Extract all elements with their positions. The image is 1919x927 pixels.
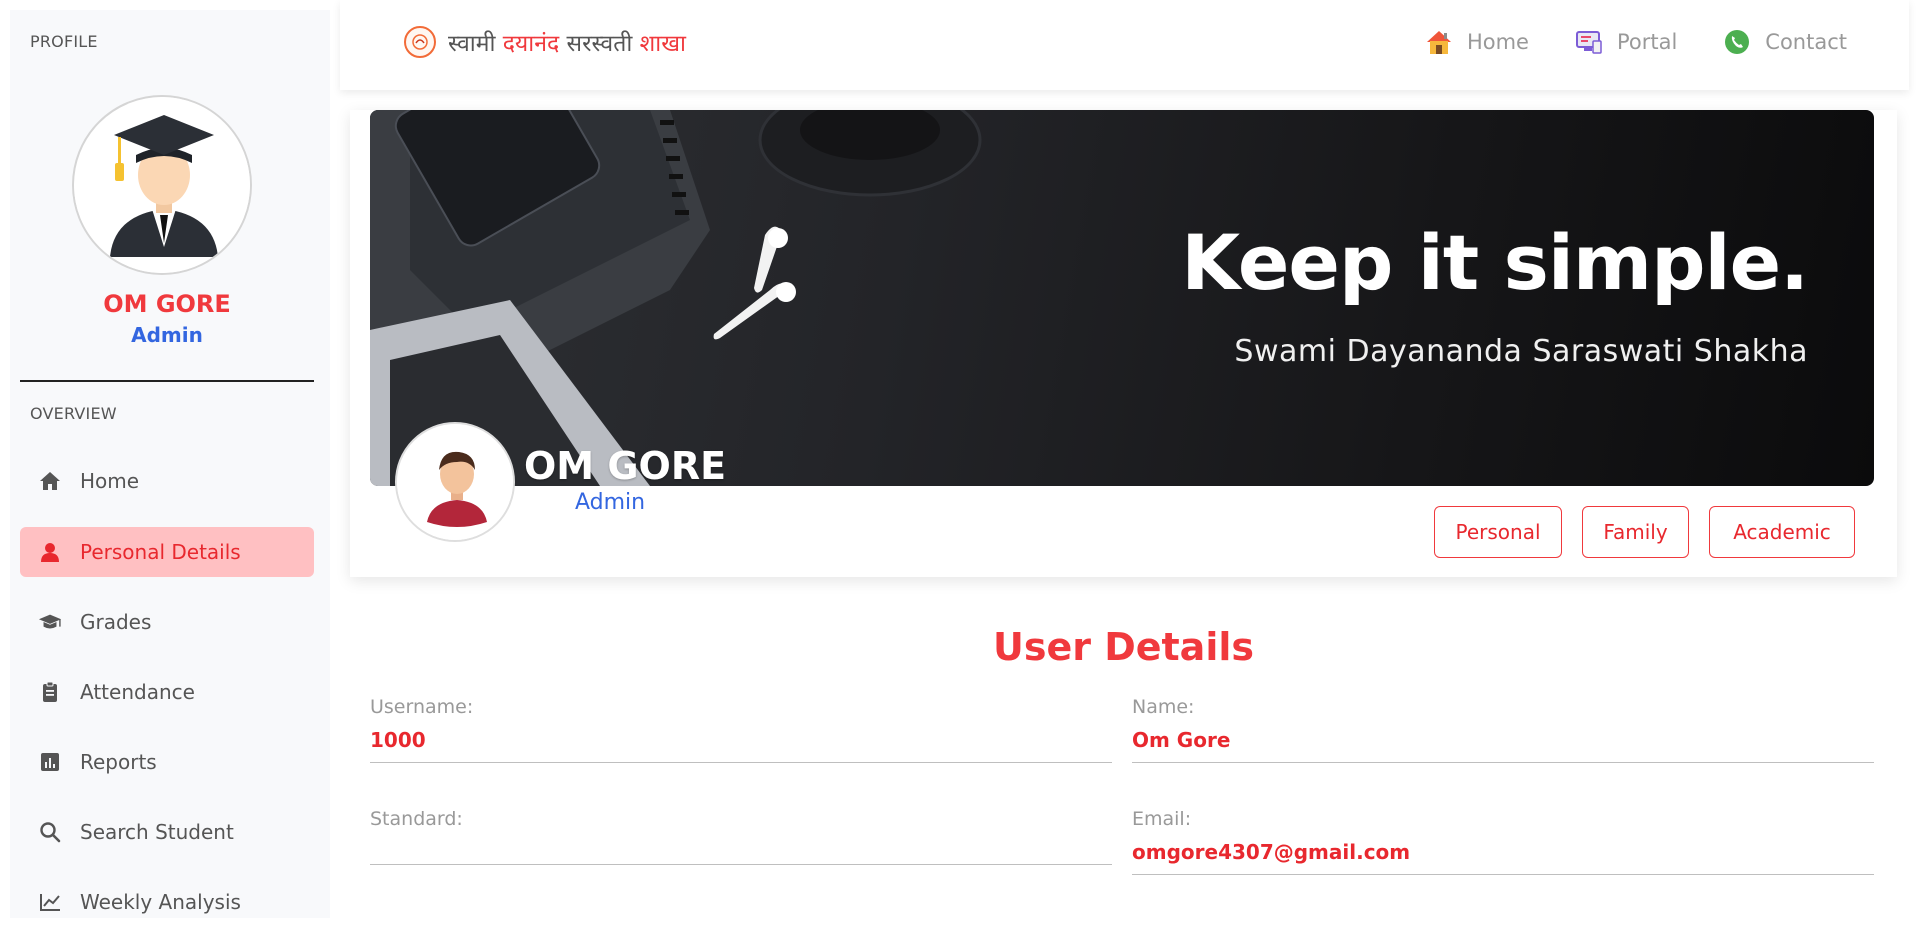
nav-link-label: Home xyxy=(1466,30,1529,54)
sidebar-item-home[interactable]: Home xyxy=(20,456,314,506)
email-field: Email: omgore4307@gmail.com xyxy=(1132,808,1874,875)
profile-role: Admin xyxy=(575,490,646,515)
home-icon xyxy=(38,469,62,493)
name-field: Name: Om Gore xyxy=(1132,696,1874,763)
sidebar-item-attendance[interactable]: Attendance xyxy=(20,667,314,717)
sidebar-item-label: Home xyxy=(80,469,140,493)
brand-title-part: शाखा xyxy=(639,31,686,57)
sidebar-item-label: Weekly Analysis xyxy=(80,890,241,914)
overview-heading: OVERVIEW xyxy=(30,404,117,423)
brand-title-part: स्वामी xyxy=(448,31,503,57)
tab-academic[interactable]: Academic xyxy=(1709,506,1855,558)
profile-heading: PROFILE xyxy=(30,32,98,51)
sidebar-item-label: Reports xyxy=(80,750,157,774)
field-value: omgore4307@gmail.com xyxy=(1132,840,1411,864)
field-underline xyxy=(1132,874,1874,875)
graduation-cap-icon xyxy=(38,610,62,634)
field-underline xyxy=(1132,762,1874,763)
sidebar-item-label: Grades xyxy=(80,610,152,634)
sidebar-avatar xyxy=(72,95,252,275)
nav-link-label: Contact xyxy=(1765,30,1847,54)
field-label: Email: xyxy=(1132,808,1192,830)
nav-link-label: Portal xyxy=(1616,30,1678,54)
field-value: 1000 xyxy=(370,728,426,752)
field-value: Om Gore xyxy=(1132,728,1231,752)
sidebar-item-label: Attendance xyxy=(80,680,195,704)
brand-title: स्वामी दयानंद सरस्वती शाखा xyxy=(448,26,686,58)
standard-field: Standard: xyxy=(370,808,1112,865)
brand-title-part: सरस्वती xyxy=(559,31,640,57)
top-navbar: स्वामी दयानंद सरस्वती शाखा Home Portal C… xyxy=(340,0,1909,90)
profile-name: OM GORE xyxy=(524,444,727,488)
user-details-title: User Details xyxy=(992,625,1254,669)
nav-link-home[interactable]: Home xyxy=(1425,28,1529,56)
sidebar-item-personal-details[interactable]: Personal Details xyxy=(20,527,314,577)
sidebar-user-role: Admin xyxy=(131,323,203,347)
cover-banner: Keep it simple. Swami Dayananda Saraswat… xyxy=(370,110,1874,486)
tab-personal[interactable]: Personal xyxy=(1434,506,1562,558)
bar-chart-icon xyxy=(38,750,62,774)
profile-card: Keep it simple. Swami Dayananda Saraswat… xyxy=(350,110,1897,577)
sidebar-item-reports[interactable]: Reports xyxy=(20,737,314,787)
graduate-avatar-icon xyxy=(74,97,250,273)
field-underline xyxy=(370,762,1112,763)
student-avatar-icon xyxy=(397,424,513,540)
profile-avatar xyxy=(395,422,515,542)
sidebar-item-search-student[interactable]: Search Student xyxy=(20,807,314,857)
field-label: Username: xyxy=(370,696,474,718)
search-icon xyxy=(38,820,62,844)
sidebar-divider xyxy=(20,380,314,382)
banner-subtitle: Swami Dayananda Saraswati Shakha xyxy=(1234,334,1808,369)
brand-logo-icon xyxy=(404,26,436,58)
field-underline xyxy=(370,864,1112,865)
sidebar-item-weekly-analysis[interactable]: Weekly Analysis xyxy=(20,877,314,927)
username-field: Username: 1000 xyxy=(370,696,1112,763)
nav-link-portal[interactable]: Portal xyxy=(1575,28,1677,56)
top-nav-links: Home Portal Contact xyxy=(1379,28,1847,56)
banner-title: Keep it simple. xyxy=(1181,218,1809,307)
sidebar: PROFILE OM GORE Admin OVERVIEW Home Pers… xyxy=(10,10,330,918)
tab-family[interactable]: Family xyxy=(1582,506,1689,558)
field-label: Standard: xyxy=(370,808,463,830)
sidebar-user-name: OM GORE xyxy=(103,290,231,318)
house-icon xyxy=(1425,28,1453,56)
user-icon xyxy=(38,540,62,564)
field-label: Name: xyxy=(1132,696,1195,718)
brand-title-part: दयानंद xyxy=(502,31,560,57)
sidebar-item-label: Search Student xyxy=(80,820,234,844)
clipboard-icon xyxy=(38,680,62,704)
nav-link-contact[interactable]: Contact xyxy=(1723,28,1847,56)
phone-icon xyxy=(1723,28,1751,56)
computer-icon xyxy=(1575,28,1603,56)
sidebar-item-grades[interactable]: Grades xyxy=(20,597,314,647)
field-value xyxy=(370,840,1112,854)
brand[interactable]: स्वामी दयानंद सरस्वती शाखा xyxy=(404,26,686,58)
sidebar-item-label: Personal Details xyxy=(80,540,241,564)
line-chart-icon xyxy=(38,890,62,914)
